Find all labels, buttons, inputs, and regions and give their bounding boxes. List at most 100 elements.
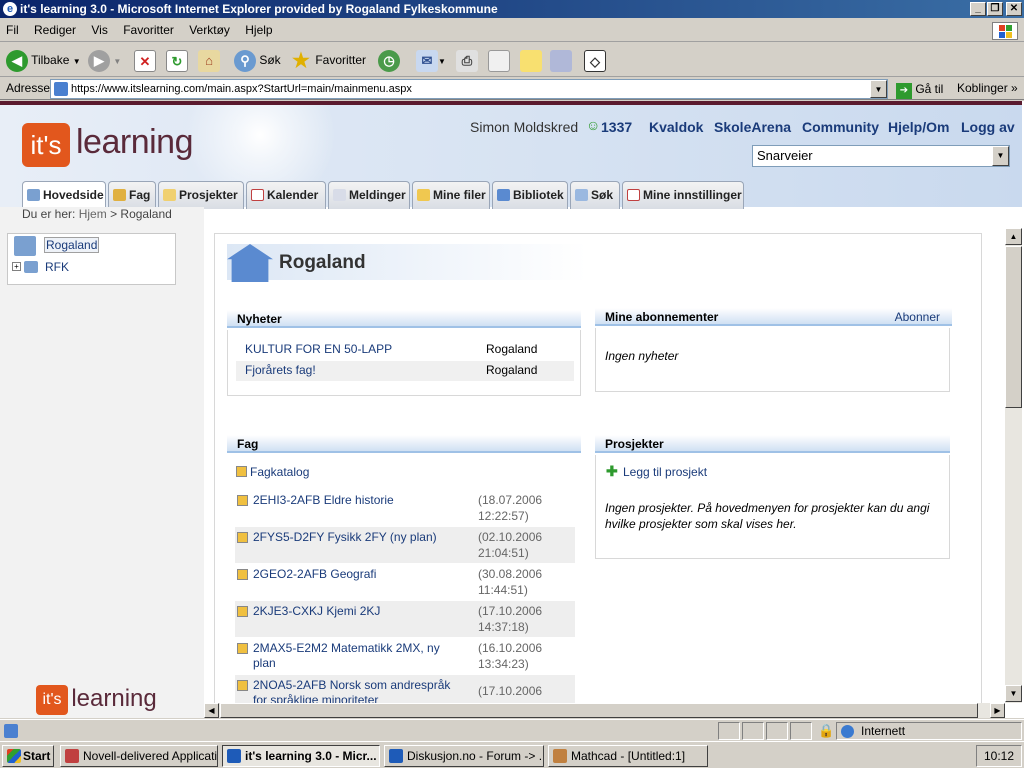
help-link[interactable]: Hjelp/Om — [888, 119, 949, 135]
edit-button[interactable] — [488, 48, 510, 72]
close-button[interactable]: ✕ — [1006, 2, 1022, 16]
discuss-button[interactable] — [520, 48, 542, 72]
security-zone: Internett — [836, 722, 1022, 740]
subject-icon — [113, 189, 126, 201]
menu-tools[interactable]: Verktøy — [183, 20, 236, 40]
house-icon — [14, 236, 36, 256]
forward-button[interactable]: ▶ ▼ — [88, 48, 121, 72]
tab-kalender[interactable]: Kalender — [246, 181, 326, 209]
links-button[interactable]: Koblinger » — [957, 81, 1018, 95]
tree-item-rogaland[interactable]: Rogaland — [44, 237, 100, 253]
org-tree: Rogaland + RFK — [7, 233, 176, 285]
window-title-bar[interactable]: e it's learning 3.0 - Microsoft Internet… — [0, 0, 1024, 18]
url-input[interactable]: https://www.itslearning.com/main.aspx?St… — [50, 79, 888, 99]
news-link[interactable]: Fjorårets fag! — [245, 363, 316, 377]
fag-link[interactable]: 2GEO2-2AFB Geografi — [253, 567, 463, 582]
tab-fag[interactable]: Fag — [108, 181, 156, 209]
scroll-thumb[interactable] — [1005, 246, 1022, 408]
skolearena-link[interactable]: SkoleArena — [714, 119, 791, 135]
mail-button[interactable]: ✉ ▼ — [416, 48, 446, 72]
fagkatalog-link[interactable]: Fagkatalog — [250, 465, 309, 479]
projects-box: ✚ Legg til prosjekt Ingen prosjekter. På… — [595, 455, 950, 559]
menu-favorites[interactable]: Favoritter — [117, 20, 180, 40]
logo-learning: learning — [76, 123, 193, 161]
lock-icon: 🔒 — [818, 723, 835, 738]
news-link[interactable]: KULTUR FOR EN 50-LAPP — [245, 342, 392, 356]
tab-mine-innstillinger[interactable]: Mine innstillinger — [622, 181, 744, 209]
logout-link[interactable]: Logg av — [961, 119, 1015, 135]
extra-button[interactable]: ◇ — [584, 48, 606, 72]
kvaldok-link[interactable]: Kvaldok — [649, 119, 703, 135]
status-bar: 🔒 Internett — [0, 719, 1024, 741]
mail-icon: ✉ — [416, 49, 438, 72]
shortcuts-select[interactable]: Snarveier ▼ — [752, 145, 1010, 167]
browser-toolbar: ◀ Tilbake ▼ ▶ ▼ ✕ ↻ ⌂ ⚲ Søk ★ Favoritter… — [0, 43, 1024, 77]
chevron-down-icon: ▼ — [992, 146, 1009, 166]
print-button[interactable]: ⎙ — [456, 48, 478, 72]
back-button[interactable]: ◀ Tilbake ▼ — [6, 48, 81, 72]
breadcrumb-home-link[interactable]: Hjem — [79, 207, 107, 221]
fag-link[interactable]: 2KJE3-CXKJ Kjemi 2KJ — [253, 604, 463, 619]
tab-hovedside[interactable]: Hovedside — [22, 181, 106, 209]
subject-icon — [237, 606, 248, 617]
page-icon — [54, 82, 68, 96]
home-icon — [27, 189, 40, 201]
community-link[interactable]: Community — [802, 119, 879, 135]
menu-file[interactable]: Fil — [0, 20, 25, 40]
scroll-up-button[interactable]: ▲ — [1005, 228, 1022, 245]
go-button[interactable]: ➔ Gå til — [896, 80, 943, 99]
fag-row: 2GEO2-2AFB Geografi (30.08.2006 11:44:51… — [235, 564, 575, 600]
globe-icon — [841, 725, 854, 738]
tree-item-rfk[interactable]: RFK — [45, 260, 69, 274]
task-novell[interactable]: Novell-delivered Applicati... — [60, 745, 218, 767]
mathcad-icon — [553, 749, 567, 763]
task-diskusjon[interactable]: Diskusjon.no - Forum -> ... — [384, 745, 544, 767]
menu-view[interactable]: Vis — [85, 20, 113, 40]
menu-help[interactable]: Hjelp — [239, 20, 278, 40]
projects-empty: Ingen prosjekter. På hovedmenyen for pro… — [605, 501, 930, 531]
user-id-link[interactable]: 1337 — [601, 119, 632, 135]
scroll-left-button[interactable]: ◀ — [204, 703, 219, 718]
scroll-down-button[interactable]: ▼ — [1005, 685, 1022, 702]
hscroll-thumb[interactable] — [220, 703, 978, 718]
search-button[interactable]: ⚲ Søk — [234, 48, 281, 72]
subscribe-link[interactable]: Abonner — [895, 308, 940, 326]
breadcrumb-current: Rogaland — [120, 207, 172, 221]
minimize-button[interactable]: _ — [970, 2, 986, 16]
fag-link[interactable]: 2FYS5-D2FY Fysikk 2FY (ny plan) — [253, 530, 463, 545]
catalog-icon — [236, 466, 247, 477]
books-icon — [497, 189, 510, 201]
horizontal-scrollbar[interactable]: ◀ ▶ — [204, 703, 1005, 718]
fag-row: 2KJE3-CXKJ Kjemi 2KJ (17.10.2006 14:37:1… — [235, 601, 575, 637]
add-project-link[interactable]: Legg til prosjekt — [623, 465, 707, 479]
history-button[interactable]: ◷ — [378, 48, 400, 72]
tab-mine-filer[interactable]: Mine filer — [412, 181, 490, 209]
history-icon: ◷ — [378, 49, 400, 72]
scroll-right-button[interactable]: ▶ — [990, 703, 1005, 718]
home-button[interactable]: ⌂ — [198, 48, 220, 72]
vertical-scrollbar[interactable]: ▲ ▼ — [1005, 228, 1022, 703]
stop-button[interactable]: ✕ — [134, 48, 156, 72]
tab-sok[interactable]: Søk — [570, 181, 620, 209]
fag-link[interactable]: 2EHI3-2AFB Eldre historie — [253, 493, 463, 508]
refresh-button[interactable]: ↻ — [166, 48, 188, 72]
fag-link[interactable]: 2NOA5-2AFB Norsk som andrespråk for språ… — [253, 678, 463, 703]
task-itslearning[interactable]: it's learning 3.0 - Micr... — [222, 745, 380, 767]
task-mathcad[interactable]: Mathcad - [Untitled:1] — [548, 745, 708, 767]
status-panel — [766, 722, 788, 740]
menu-edit[interactable]: Rediger — [28, 20, 82, 40]
fag-row: 2FYS5-D2FY Fysikk 2FY (ny plan) (02.10.2… — [235, 527, 575, 563]
subscriptions-empty: Ingen nyheter — [605, 349, 679, 363]
tab-bibliotek[interactable]: Bibliotek — [492, 181, 568, 209]
favorites-button[interactable]: ★ Favoritter — [290, 48, 366, 72]
research-button[interactable] — [550, 48, 572, 72]
tab-prosjekter[interactable]: Prosjekter — [158, 181, 244, 209]
url-dropdown-button[interactable]: ▼ — [870, 80, 887, 98]
expand-icon[interactable]: + — [12, 262, 21, 271]
window-title: it's learning 3.0 - Microsoft Internet E… — [20, 2, 498, 16]
tab-meldinger[interactable]: Meldinger — [328, 181, 410, 209]
fag-link[interactable]: 2MAX5-E2M2 Matematikk 2MX, ny plan — [253, 641, 463, 671]
start-button[interactable]: Start — [2, 745, 54, 767]
menu-bar: Fil Rediger Vis Favoritter Verktøy Hjelp — [0, 20, 1024, 42]
maximize-button[interactable]: ❐ — [987, 2, 1003, 16]
